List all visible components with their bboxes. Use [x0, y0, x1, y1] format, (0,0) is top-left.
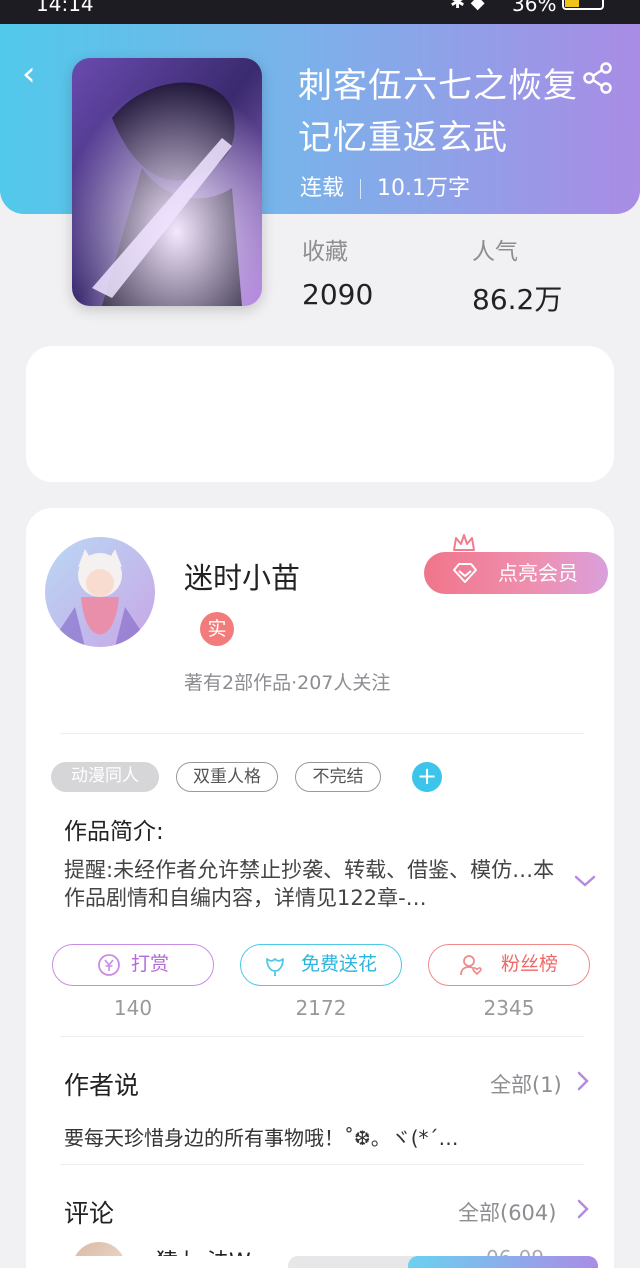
verified-badge: 实 [200, 612, 234, 646]
book-cover[interactable] [72, 58, 262, 306]
tag-anime[interactable]: 动漫同人 [51, 762, 159, 792]
read-button[interactable] [408, 1256, 598, 1268]
tip-button[interactable]: 打赏 [52, 944, 214, 986]
tip-count: 140 [113, 996, 153, 1020]
stat-value: 86.2万 [472, 283, 563, 316]
stat-favorites: 收藏 2090 [302, 232, 373, 311]
divider [60, 733, 584, 734]
tag-unfinished[interactable]: 不完结 [295, 762, 381, 792]
wifi-icon: ✱ ◆ [450, 0, 485, 13]
divider [60, 1036, 584, 1037]
stat-label: 人气 [472, 239, 518, 265]
send-flower-label: 免费送花 [301, 953, 378, 975]
status-time: 14:14 [36, 0, 94, 16]
meta-divider [360, 179, 362, 199]
author-name[interactable]: 迷时小苗 [184, 555, 300, 597]
intro-text[interactable]: 提醒:未经作者允许禁止抄袭、转载、借鉴、模仿…本作品剧情和自编内容，详情见122… [64, 856, 560, 912]
intro-title: 作品简介: [64, 819, 164, 845]
tip-button-label: 打赏 [131, 953, 170, 975]
empty-card [26, 346, 614, 482]
tag-dual-personality[interactable]: 双重人格 [176, 762, 278, 792]
divider [60, 1164, 584, 1165]
author-says-text[interactable]: 要每天珍惜身边的所有事物哦！˚❆。ヾ(*´… [64, 1122, 459, 1151]
author-stats: 著有2部作品·207人关注 [184, 672, 391, 694]
book-status: 连载 [300, 176, 345, 201]
battery-icon [562, 0, 604, 10]
send-flower-button[interactable]: 免费送花 [240, 944, 402, 986]
battery-percent: 36% [512, 0, 557, 16]
diamond-icon [453, 563, 477, 583]
chevron-right-icon[interactable] [576, 1198, 590, 1220]
stat-label: 收藏 [302, 239, 348, 265]
status-bar: 14:14 ✱ ◆ 36% [0, 0, 640, 24]
bottom-bar-left[interactable] [48, 1256, 298, 1268]
book-word-count: 10.1万字 [377, 176, 471, 201]
fan-count: 2345 [483, 996, 535, 1020]
book-meta: 连载 10.1万字 [300, 170, 470, 202]
chevron-down-icon[interactable] [572, 872, 598, 890]
book-title: 刺客伍六七之恢复记忆重返玄武 [298, 66, 578, 158]
fan-ranking-button[interactable]: 粉丝榜 [428, 944, 590, 986]
fan-ranking-label: 粉丝榜 [501, 953, 559, 975]
flower-icon [266, 958, 284, 976]
bottom-action-bar [48, 1256, 598, 1268]
crown-icon [453, 534, 475, 551]
vip-button[interactable]: 点亮会员 [424, 552, 608, 594]
author-says-more-link[interactable]: 全部(1) [490, 1069, 562, 1099]
back-icon[interactable]: ‹ [22, 57, 50, 91]
stat-popularity: 人气 86.2万 [472, 232, 562, 318]
fan-icon [460, 955, 482, 976]
yen-icon [98, 954, 120, 976]
vip-button-label: 点亮会员 [498, 561, 578, 585]
stat-value: 2090 [302, 278, 374, 311]
comments-more-link[interactable]: 全部(604) [458, 1197, 556, 1227]
author-avatar[interactable] [45, 537, 155, 647]
comments-title: 评论 [64, 1199, 115, 1228]
author-says-title: 作者说 [64, 1071, 140, 1100]
chevron-right-icon[interactable] [576, 1070, 590, 1092]
flower-count: 2172 [295, 996, 347, 1020]
bottom-bar-middle[interactable] [288, 1256, 428, 1268]
add-tag-button[interactable]: + [412, 762, 442, 792]
